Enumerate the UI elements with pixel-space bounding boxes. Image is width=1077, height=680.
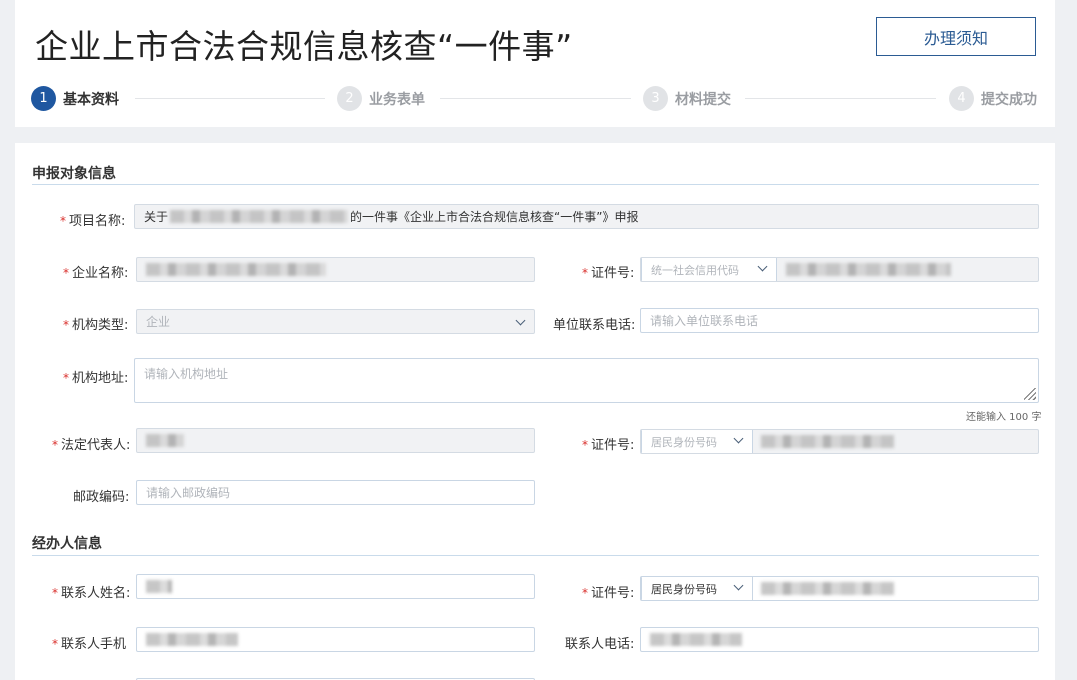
chevron-down-icon [733,433,744,444]
contact-mobile-input[interactable] [136,627,535,652]
step-1: 1 基本资料 [31,86,119,111]
org-type-label: * 机构类型: [63,318,129,333]
company-id-field[interactable]: 统一社会信用代码 [640,257,1039,282]
org-address-textarea[interactable]: 请输入机构地址 [134,358,1039,403]
section-divider [32,555,1039,556]
contact-phone-label: 联系人电话: [565,637,635,652]
postal-code-label: 邮政编码: [73,490,130,505]
chevron-down-icon [757,261,768,272]
chevron-down-icon [515,315,526,326]
company-name-label: * 企业名称: [63,266,129,281]
required-mark: * [63,318,69,332]
project-name-prefix: 关于 [144,210,169,224]
required-mark: * [52,438,58,452]
contact-id-field[interactable]: 居民身份号码 [640,576,1039,601]
unit-phone-label: 单位联系电话: [553,318,636,333]
step-connector [135,98,325,99]
contact-name-input[interactable] [136,574,535,599]
required-mark: * [582,266,588,280]
company-id-label: * 证件号: [582,266,635,281]
required-mark: * [582,586,588,600]
redacted-text [761,582,894,595]
step-2: 2 业务表单 [337,86,425,111]
notice-button[interactable]: 办理须知 [876,17,1036,56]
project-name-label: * 项目名称: [60,214,126,229]
step-label: 材料提交 [675,91,731,108]
step-3: 3 材料提交 [643,86,731,111]
contact-name-label: * 联系人姓名: [52,586,131,601]
required-mark: * [63,371,69,385]
step-connector [745,98,936,99]
redacted-text [146,633,238,646]
legal-rep-field[interactable] [136,428,535,453]
step-label: 业务表单 [369,91,425,108]
unit-phone-input[interactable]: 请输入单位联系电话 [640,308,1039,333]
redacted-text [146,263,326,276]
company-name-field[interactable] [136,257,535,282]
project-name-suffix: 的一件事《企业上市合法合规信息核查“一件事”》申报 [350,210,639,224]
legal-rep-id-field[interactable]: 居民身份号码 [640,429,1039,454]
section-title-agent: 经办人信息 [32,536,102,552]
redacted-text [786,263,951,276]
chevron-down-icon [733,580,744,591]
legal-rep-id-type-select[interactable]: 居民身份号码 [641,430,753,453]
org-type-select[interactable]: 企业 [136,309,535,334]
contact-id-type-select[interactable]: 居民身份号码 [641,577,753,600]
step-label: 提交成功 [981,91,1037,108]
redacted-text [650,633,742,646]
required-mark: * [52,637,58,651]
org-address-label: * 机构地址: [63,371,129,386]
step-number: 1 [31,86,56,111]
legal-rep-label: * 法定代表人: [52,438,131,453]
postal-code-input[interactable]: 请输入邮政编码 [136,480,535,505]
step-label: 基本资料 [63,91,119,108]
redacted-text [761,435,894,448]
form-card: 申报对象信息 * 项目名称: 关于 的一件事《企业上市合法合规信息核查“一件事”》… [15,143,1055,680]
char-counter: 还能输入 100 字 [966,412,1042,423]
step-4: 4 提交成功 [949,86,1037,111]
section-divider [32,184,1039,185]
step-number: 3 [643,86,668,111]
contact-id-label: * 证件号: [582,586,635,601]
step-number: 4 [949,86,974,111]
step-connector [440,98,631,99]
legal-rep-id-label: * 证件号: [582,438,635,453]
project-name-field[interactable]: 关于 的一件事《企业上市合法合规信息核查“一件事”》申报 [134,204,1039,229]
header-panel: 企业上市合法合规信息核查“一件事” 办理须知 1 基本资料 2 业务表单 3 材… [15,0,1055,127]
page-title: 企业上市合法合规信息核查“一件事” [35,27,573,66]
required-mark: * [63,266,69,280]
contact-mobile-label: * 联系人手机 [52,637,127,652]
required-mark: * [52,586,58,600]
resize-handle-icon[interactable] [1024,388,1036,400]
redacted-text [146,580,172,593]
required-mark: * [582,438,588,452]
redacted-text [146,434,184,447]
step-number: 2 [337,86,362,111]
redacted-text [170,210,349,223]
contact-phone-input[interactable] [640,627,1039,652]
section-title-applicant: 申报对象信息 [32,166,116,182]
company-id-type-select[interactable]: 统一社会信用代码 [641,258,777,281]
required-mark: * [60,214,66,228]
